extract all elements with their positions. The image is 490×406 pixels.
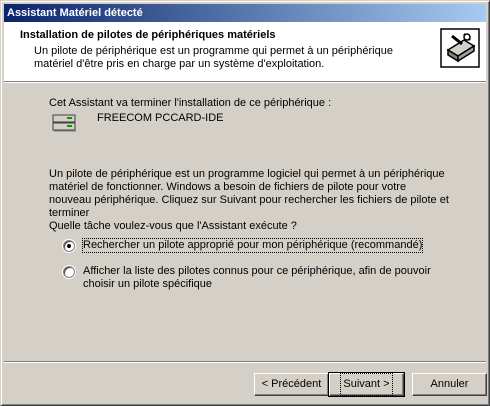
footer-separator — [4, 361, 486, 363]
header-title: Installation de pilotes de périphériques… — [20, 29, 276, 41]
intro-text: Cet Assistant va terminer l'installation… — [49, 97, 332, 109]
description-text: Un pilote de périphérique est un program… — [49, 168, 449, 219]
header-subtitle: Un pilote de périphérique est un program… — [34, 45, 393, 70]
question-text: Quelle tâche voulez-vous que l'Assistant… — [49, 220, 297, 232]
hardware-wizard-icon — [440, 28, 480, 68]
option-list-drivers[interactable]: Afficher la liste des pilotes connus pou… — [63, 265, 453, 291]
device-name: FREECOM PCCARD-IDE — [97, 112, 224, 124]
back-button[interactable]: < Précédent — [254, 373, 329, 396]
radio-search-driver[interactable] — [63, 240, 75, 252]
wizard-window: Assistant Matériel détecté Installation … — [0, 0, 490, 406]
wizard-header: Installation de pilotes de périphériques… — [4, 22, 486, 81]
option-search-driver-label[interactable]: Rechercher un pilote approprié pour mon … — [81, 238, 424, 253]
option-list-drivers-label[interactable]: Afficher la liste des pilotes connus pou… — [83, 265, 453, 291]
window-title: Assistant Matériel détecté — [7, 7, 143, 19]
title-bar[interactable]: Assistant Matériel détecté — [4, 4, 486, 22]
radio-list-drivers[interactable] — [63, 266, 75, 278]
header-separator — [4, 81, 486, 83]
cancel-button[interactable]: Annuler — [412, 373, 487, 396]
option-search-driver[interactable]: Rechercher un pilote approprié pour mon … — [63, 238, 424, 253]
drive-card-icon — [52, 114, 76, 132]
next-button[interactable]: Suivant > — [328, 372, 405, 397]
